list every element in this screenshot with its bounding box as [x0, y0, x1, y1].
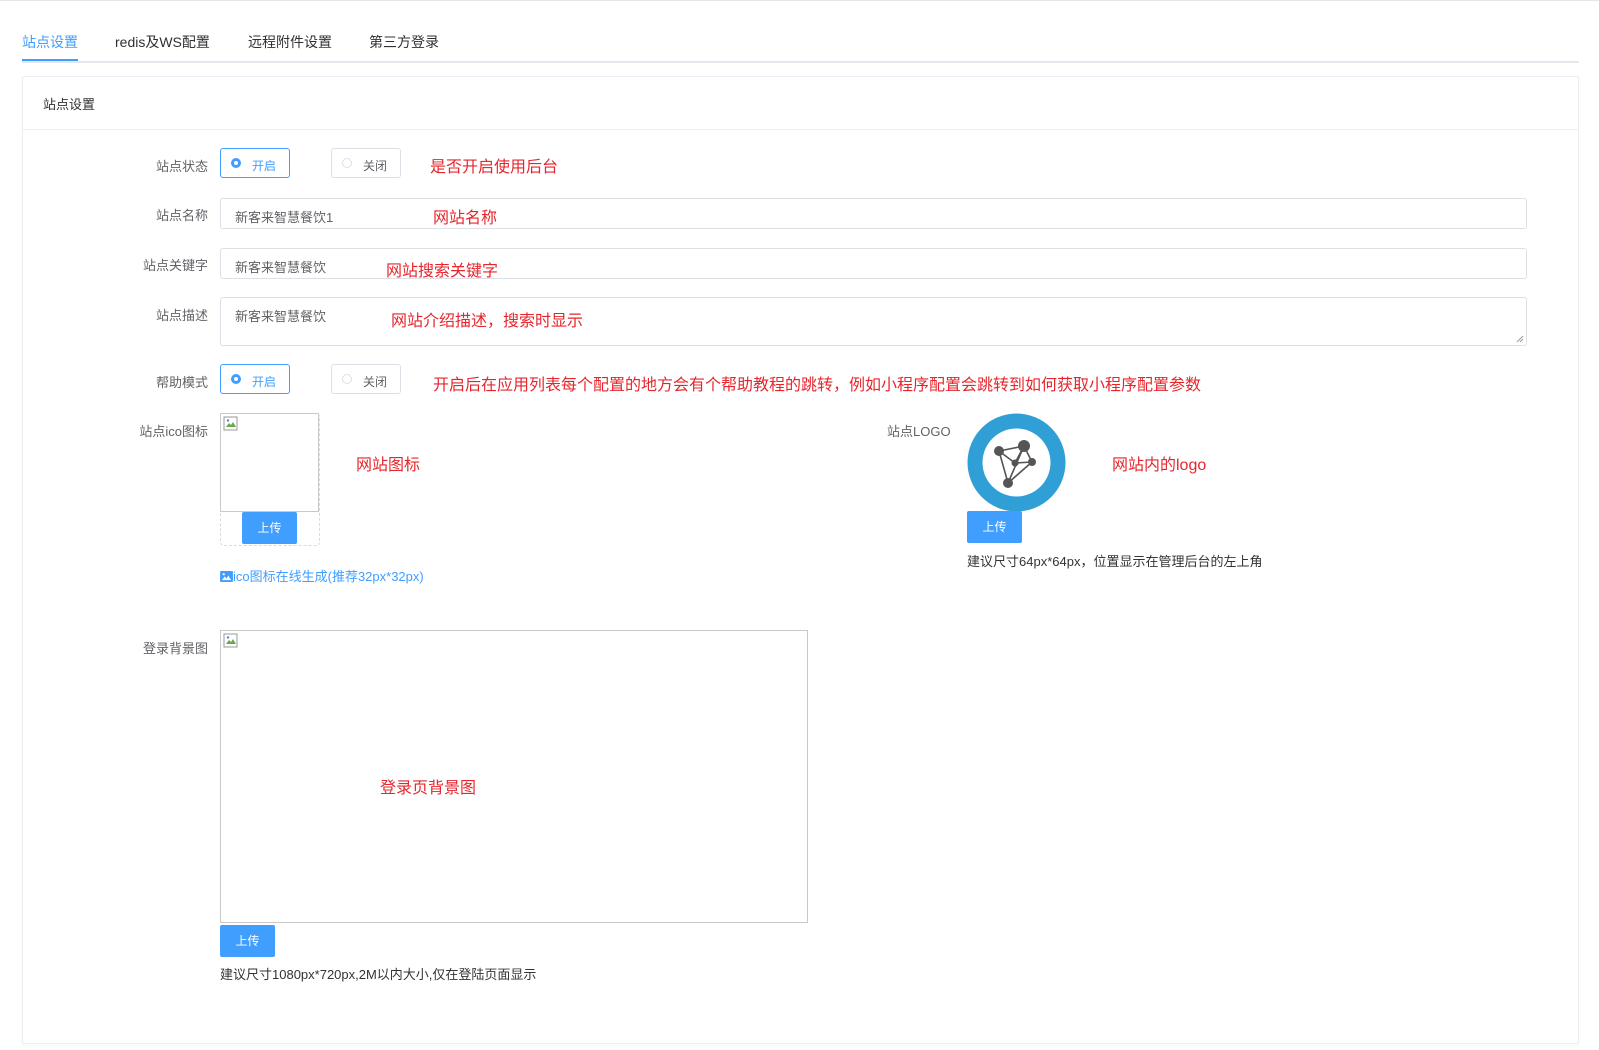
tab-redis-ws[interactable]: redis及WS配置 — [115, 23, 210, 61]
radio-label: 开启 — [252, 375, 277, 389]
broken-image-icon — [223, 416, 238, 431]
input-value: 新客来智慧餐饮 — [235, 260, 327, 275]
radio-dot-icon — [342, 158, 352, 168]
site-desc-label: 站点描述 — [155, 308, 208, 323]
site-ico-label: 站点ico图标 — [139, 424, 208, 439]
input-value: 新客来智慧餐饮 — [235, 309, 327, 324]
help-mode-label: 帮助模式 — [155, 375, 208, 390]
site-logo-note: 网站内的logo — [1112, 457, 1207, 474]
tab-third-party-login[interactable]: 第三方登录 — [369, 23, 439, 61]
site-name-note: 网站名称 — [433, 210, 498, 227]
logo-size-hint: 建议尺寸64px*64px，位置显示在管理后台的左上角 — [967, 554, 1263, 569]
radio-dot-icon — [342, 374, 352, 384]
input-value: 新客来智慧餐饮1 — [235, 210, 334, 225]
radio-label: 开启 — [252, 159, 277, 173]
site-status-label: 站点状态 — [155, 159, 208, 174]
settings-card: 站点设置 站点状态 开启 关闭 是否开启使用后台 站点名称 新客来智慧餐饮1 网… — [22, 76, 1579, 1044]
ico-upload-button[interactable]: 上传 — [242, 512, 297, 544]
tab-site-settings[interactable]: 站点设置 — [22, 23, 78, 61]
help-mode-off-radio[interactable]: 关闭 — [331, 364, 401, 394]
radio-label: 关闭 — [363, 159, 388, 173]
logo-upload-button[interactable]: 上传 — [967, 511, 1022, 543]
broken-image-icon — [223, 633, 238, 648]
site-status-on-radio[interactable]: 开启 — [220, 148, 290, 178]
top-divider — [0, 0, 1599, 1]
help-mode-on-radio[interactable]: 开启 — [220, 364, 290, 394]
card-title: 站点设置 — [43, 97, 96, 112]
image-icon — [220, 571, 233, 582]
ico-generate-link[interactable]: ico图标在线生成(推荐32px*32px) — [220, 566, 424, 585]
site-status-note: 是否开启使用后台 — [430, 159, 559, 176]
card-header: 站点设置 — [23, 77, 1578, 130]
site-name-input[interactable]: 新客来智慧餐饮1 — [220, 198, 1527, 229]
network-graph-icon — [967, 413, 1066, 512]
tab-remote-attachment[interactable]: 远程附件设置 — [248, 23, 332, 61]
active-tab-indicator — [22, 59, 78, 61]
site-logo-label: 站点LOGO — [887, 424, 951, 439]
login-bg-note: 登录页背景图 — [380, 780, 477, 797]
radio-dot-icon — [231, 158, 241, 168]
resize-grip-icon[interactable] — [1516, 335, 1524, 343]
site-ico-note: 网站图标 — [356, 457, 421, 474]
site-name-label: 站点名称 — [155, 208, 208, 223]
site-status-off-radio[interactable]: 关闭 — [331, 148, 401, 178]
login-bg-label: 登录背景图 — [142, 641, 208, 656]
login-bg-size-hint: 建议尺寸1080px*720px,2M以内大小,仅在登陆页面显示 — [220, 967, 537, 982]
radio-dot-icon — [231, 374, 241, 384]
site-keywords-note: 网站搜索关键字 — [386, 263, 499, 280]
site-desc-note: 网站介绍描述，搜索时显示 — [391, 313, 584, 330]
ico-image-preview — [220, 413, 319, 512]
settings-tabs: 站点设置 redis及WS配置 远程附件设置 第三方登录 — [22, 23, 1579, 63]
radio-label: 关闭 — [363, 375, 388, 389]
site-keywords-label: 站点关键字 — [142, 258, 208, 273]
login-bg-image-preview — [220, 630, 808, 923]
ico-generate-link-text: ico图标在线生成(推荐32px*32px) — [233, 569, 424, 584]
login-bg-upload-button[interactable]: 上传 — [220, 925, 275, 957]
help-mode-note: 开启后在应用列表每个配置的地方会有个帮助教程的跳转，例如小程序配置会跳转到如何获… — [433, 377, 1202, 394]
